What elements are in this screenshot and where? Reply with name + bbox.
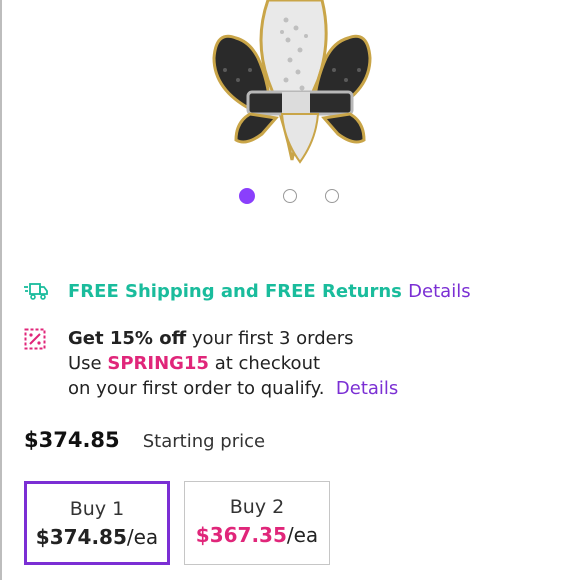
buy-1-title: Buy 1 xyxy=(69,498,125,520)
promo-headline: Get 15% off your first 3 orders xyxy=(68,326,398,351)
buy-2-price: $367.35 xyxy=(195,523,287,547)
buy-1-price-line: $374.85/ea xyxy=(27,523,167,551)
promo-code-line: Use SPRING15 at checkout xyxy=(68,351,398,376)
starting-price-label: Starting price xyxy=(142,431,266,452)
starting-price-value: $374.85 xyxy=(24,428,120,452)
buy-2-unit: /ea xyxy=(286,523,319,547)
carousel-dot-3[interactable] xyxy=(325,189,339,203)
carousel-dot-1[interactable] xyxy=(239,188,255,204)
fleur-de-lis-pendant-image xyxy=(212,0,372,164)
discount-tag-icon xyxy=(24,328,46,350)
promo-details-link[interactable]: Details xyxy=(336,378,398,399)
buy-2-title: Buy 2 xyxy=(229,496,285,518)
promo-headline-rest: your first 3 orders xyxy=(186,328,354,349)
buy-2-option[interactable]: Buy 2 $367.35/ea xyxy=(184,481,330,565)
free-shipping-label: FREE Shipping and FREE Returns xyxy=(68,281,402,302)
buy-2-price-line: $367.35/ea xyxy=(185,521,329,549)
promo-code: SPRING15 xyxy=(107,353,209,374)
promo-qualify-text: on your first order to qualify. xyxy=(68,378,325,399)
free-shipping-row: FREE Shipping and FREE Returns Details xyxy=(24,279,574,307)
shipping-details-link[interactable]: Details xyxy=(408,281,470,302)
promo-headline-bold: Get 15% off xyxy=(68,328,187,349)
promo-qualify-line: on your first order to qualify. Details xyxy=(68,376,398,401)
image-carousel-indicators xyxy=(0,188,580,208)
delivery-truck-icon xyxy=(24,283,48,300)
carousel-dot-2[interactable] xyxy=(283,189,297,203)
promo-use-prefix: Use xyxy=(68,353,108,374)
buy-1-price: $374.85 xyxy=(35,525,127,549)
promo-offer-row: Get 15% off your first 3 orders Use SPRI… xyxy=(24,326,574,406)
price-row: $374.85 Starting price xyxy=(24,428,574,458)
buy-1-option[interactable]: Buy 1 $374.85/ea xyxy=(24,481,170,565)
promo-text: Get 15% off your first 3 orders Use SPRI… xyxy=(68,326,398,401)
promo-use-suffix: at checkout xyxy=(208,353,321,374)
product-image[interactable] xyxy=(0,0,580,175)
buy-1-unit: /ea xyxy=(126,525,159,549)
free-shipping-text: FREE Shipping and FREE Returns Details xyxy=(68,281,471,302)
